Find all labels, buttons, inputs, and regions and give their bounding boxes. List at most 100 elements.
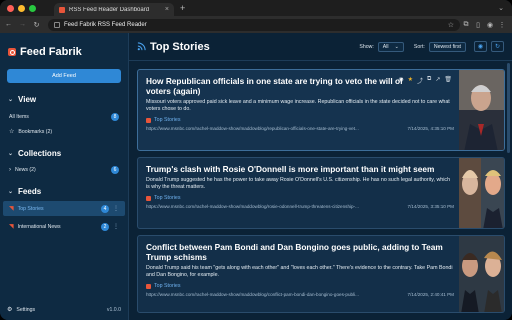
menu-kebab-icon[interactable]: ⋮ (496, 21, 508, 29)
sidebar: Feed Fabrik Add Feed ⌄ View All Items 8 … (0, 33, 129, 320)
main-header: Top Stories Show: All ⌄ Sort: Newest fir… (129, 33, 512, 61)
settings-label: Settings (16, 306, 36, 313)
article-meta: https://www.msnbc.com/rachel-maddow-show… (146, 292, 454, 297)
rss-feed-icon (146, 117, 151, 123)
count-badge: 8 (111, 112, 119, 121)
sidebar-item-news[interactable]: › News (2) 6 (0, 162, 128, 177)
browser-tab[interactable]: RSS Feed Reader Dashboard × (54, 3, 174, 16)
view-toggle-eye-button[interactable]: ◉ (474, 41, 487, 52)
close-tab-icon[interactable]: × (165, 6, 169, 13)
article-title[interactable]: Trump's clash with Rosie O'Donnell is mo… (146, 164, 454, 174)
address-text: Feed Fabrik RSS Feed Reader (64, 21, 147, 28)
app-root: Feed Fabrik Add Feed ⌄ View All Items 8 … (0, 33, 512, 320)
article-link[interactable]: https://www.msnbc.com/rachel-maddow-show… (146, 292, 359, 297)
settings-button[interactable]: ⚙ Settings (7, 306, 36, 314)
sidebar-item-label: All Items (9, 113, 29, 120)
brand: Feed Fabrik (0, 33, 128, 61)
sidebar-item-bookmarks[interactable]: ☆ Bookmarks (2) (0, 124, 128, 139)
more-options-icon[interactable]: ⋮ (113, 223, 119, 230)
reload-icon[interactable]: ↻ (31, 21, 42, 29)
sidebar-item-label: Bookmarks (2) (18, 128, 53, 135)
article-meta: https://www.msnbc.com/rachel-maddow-show… (146, 204, 454, 209)
article-feed: Top Stories (146, 117, 454, 123)
article-card[interactable]: ◉ ★ ⤴ ⧉ ↗ 🗑 How Republican officials in … (137, 69, 505, 151)
sidebar-item-top-stories[interactable]: ◥ Top Stories 4 ⋮ (3, 201, 125, 216)
sort-value: Newest first (433, 43, 461, 50)
article-date: 7/14/2025, 3:35:10 PM (407, 204, 454, 209)
view-section-header[interactable]: ⌄ View (0, 93, 128, 105)
chevron-right-icon: › (9, 166, 11, 173)
minimize-window-button[interactable] (18, 4, 25, 12)
article-title[interactable]: Conflict between Pam Bondi and Dan Bongi… (146, 242, 454, 262)
close-window-button[interactable] (7, 4, 14, 12)
article-date: 7/14/2025, 2:40:41 PM (407, 292, 454, 297)
rss-feed-icon (146, 283, 151, 289)
article-card[interactable]: Trump's clash with Rosie O'Donnell is mo… (137, 157, 505, 229)
article-feed-name: Top Stories (154, 117, 181, 123)
page-title: Top Stories (150, 40, 210, 53)
show-filter-value: All (382, 43, 389, 50)
article-body: Trump's clash with Rosie O'Donnell is mo… (146, 164, 454, 209)
address-bar[interactable]: Feed Fabrik RSS Feed Reader ☆ (48, 18, 460, 31)
article-link[interactable]: https://www.msnbc.com/rachel-maddow-show… (146, 204, 359, 209)
article-date: 7/14/2025, 4:35:10 PM (407, 126, 454, 131)
count-badge: 4 (101, 204, 109, 213)
more-options-icon[interactable]: ⋮ (113, 205, 119, 212)
article-description: Donald Trump suggested he has the power … (146, 177, 451, 190)
article-feed-name: Top Stories (154, 283, 181, 289)
article-feed: Top Stories (146, 195, 454, 201)
address-toolbar: ← → ↻ Feed Fabrik RSS Feed Reader ☆ ⧉ ▯ … (0, 16, 512, 33)
article-thumbnail-image (459, 158, 504, 228)
extensions-icon[interactable]: ⧉ (460, 21, 472, 29)
back-arrow-icon[interactable]: ← (3, 21, 14, 28)
tab-search-chevron-icon[interactable]: ⌄ (498, 4, 504, 12)
article-thumbnail-image (459, 70, 504, 150)
profile-icon[interactable]: ◉ (484, 21, 496, 29)
chevron-down-icon: ⌄ (8, 96, 14, 103)
list-controls: Show: All ⌄ Sort: Newest first ◉ ↻ (359, 41, 504, 52)
main-panel: Top Stories Show: All ⌄ Sort: Newest fir… (129, 33, 512, 320)
sort-select[interactable]: Newest first (428, 41, 466, 52)
article-body: How Republican officials in one state ar… (146, 76, 454, 131)
scrollbar[interactable] (507, 63, 510, 153)
chevron-down-icon: ⌄ (8, 150, 14, 157)
sidebar-item-label: News (2) (15, 166, 36, 173)
rss-favicon-icon (59, 6, 65, 13)
show-filter-select[interactable]: All ⌄ (377, 41, 404, 52)
tab-bar: RSS Feed Reader Dashboard × + ⌄ (0, 0, 512, 16)
article-title[interactable]: How Republican officials in one state ar… (146, 76, 454, 96)
refresh-button[interactable]: ↻ (491, 41, 504, 52)
window-controls (7, 4, 36, 12)
show-label: Show: (359, 43, 374, 50)
article-description: Donald Trump said his team "gets along w… (146, 265, 453, 278)
article-card[interactable]: Conflict between Pam Bondi and Dan Bongi… (137, 235, 505, 313)
forward-arrow-icon[interactable]: → (17, 21, 28, 28)
site-info-icon[interactable] (54, 21, 60, 28)
count-badge: 6 (111, 165, 119, 174)
article-thumbnail-image (459, 236, 504, 312)
chevron-down-icon: ⌄ (8, 188, 14, 195)
star-icon: ☆ (9, 129, 15, 135)
chevron-down-icon: ⌄ (394, 43, 399, 50)
sidebar-item-all-items[interactable]: All Items 8 (0, 109, 128, 124)
bookmark-star-icon[interactable]: ☆ (448, 21, 454, 29)
feed-fabrik-logo-icon (8, 48, 16, 56)
version-label: v1.0.0 (106, 307, 121, 313)
sidebar-toggle-icon[interactable]: ▯ (472, 21, 484, 29)
add-feed-button[interactable]: Add Feed (7, 69, 121, 83)
collections-section-header[interactable]: ⌄ Collections (0, 147, 128, 159)
browser-window: RSS Feed Reader Dashboard × + ⌄ ← → ↻ Fe… (0, 0, 512, 320)
sidebar-item-international-news[interactable]: ◥ International News 2 ⋮ (0, 219, 128, 234)
feeds-section-header[interactable]: ⌄ Feeds (0, 185, 128, 197)
article-link[interactable]: https://www.msnbc.com/rachel-maddow-show… (146, 126, 359, 131)
article-meta: https://www.msnbc.com/rachel-maddow-show… (146, 126, 454, 131)
count-badge: 2 (101, 222, 109, 231)
article-body: Conflict between Pam Bondi and Dan Bongi… (146, 242, 454, 297)
rss-feed-icon: ◥ (9, 224, 14, 230)
maximize-window-button[interactable] (29, 4, 36, 12)
rss-feed-icon: ◥ (9, 206, 14, 212)
article-feed-name: Top Stories (154, 195, 181, 201)
sidebar-item-label: Top Stories (17, 205, 44, 212)
article-feed: Top Stories (146, 283, 454, 289)
new-tab-button[interactable]: + (180, 3, 185, 13)
